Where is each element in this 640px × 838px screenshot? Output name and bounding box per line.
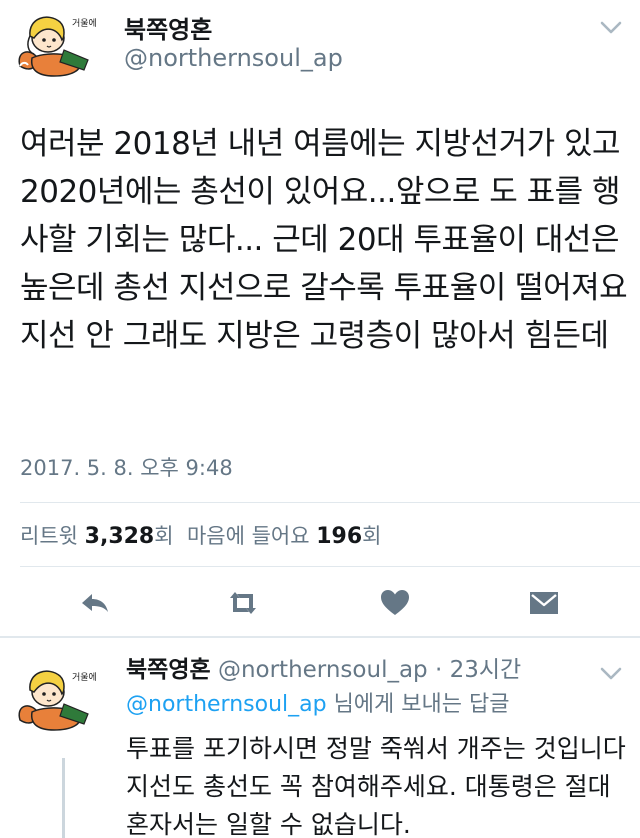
replying-to: @northernsoul_ap 님에게 보내는 답글 xyxy=(126,686,509,718)
avatar[interactable]: 거울에 xyxy=(14,662,106,734)
replying-to-handle[interactable]: @northernsoul_ap xyxy=(126,692,327,717)
divider xyxy=(20,502,640,503)
retweet-icon[interactable] xyxy=(226,586,260,620)
tweet-stats: 리트윗 3,328회 마음에 들어요 196회 xyxy=(20,520,382,550)
reply-header: 북쪽영혼 @northernsoul_ap · 23시간 xyxy=(126,650,521,684)
author-handle[interactable]: @northernsoul_ap xyxy=(124,44,343,72)
avatar[interactable]: 거울에 xyxy=(14,8,106,80)
avatar-sticker-text: 거울에 xyxy=(72,672,97,683)
retweet-count[interactable]: 3,328 xyxy=(85,524,155,549)
chevron-down-icon[interactable] xyxy=(596,658,626,688)
author-name[interactable]: 북쪽영혼 xyxy=(124,10,212,45)
retweet-unit: 회 xyxy=(154,524,174,548)
reply-icon[interactable] xyxy=(78,586,112,620)
reply-author-name[interactable]: 북쪽영혼 xyxy=(126,657,211,683)
reply-meta: @northernsoul_ap · 23시간 xyxy=(217,657,522,683)
reply-tweet[interactable]: 거울에 북쪽영혼 @northernsoul_ap · 23시간 @northe… xyxy=(0,640,640,838)
dm-icon[interactable] xyxy=(527,586,561,620)
tweet-text: 여러분 2018년 내년 여름에는 지방선거가 있고 2020년에는 총선이 있… xyxy=(20,126,628,354)
like-icon[interactable] xyxy=(378,586,412,620)
tweet-timestamp[interactable]: 2017. 5. 8. 오후 9:48 xyxy=(20,452,233,482)
replying-to-suffix: 님에게 보내는 답글 xyxy=(326,692,510,717)
divider xyxy=(20,566,640,567)
section-divider xyxy=(0,636,640,638)
like-count[interactable]: 196 xyxy=(316,524,362,549)
like-label: 마음에 들어요 xyxy=(186,524,310,548)
chevron-down-icon[interactable] xyxy=(596,12,626,42)
reply-text: 투표를 포기하시면 정말 죽쒀서 개주는 것입니다 지선도 총선도 꼭 참여해주… xyxy=(126,734,626,838)
like-unit: 회 xyxy=(362,524,382,548)
avatar-sticker-text: 거울에 xyxy=(72,18,97,29)
retweet-label: 리트윗 xyxy=(20,524,78,548)
thread-line xyxy=(62,758,65,838)
action-bar xyxy=(0,580,640,628)
tweet-header: 거울에 북쪽영혼 @northernsoul_ap xyxy=(0,0,640,100)
